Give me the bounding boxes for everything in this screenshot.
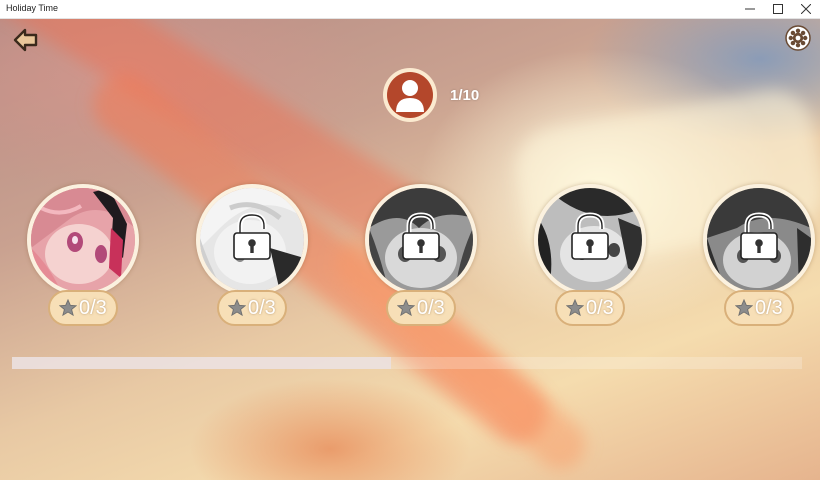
lock-icon bbox=[233, 212, 271, 260]
gear-icon bbox=[785, 25, 811, 51]
minimize-button[interactable] bbox=[736, 0, 764, 18]
person-icon bbox=[396, 80, 424, 112]
close-button[interactable] bbox=[792, 0, 820, 18]
stage-card-2[interactable]: 0/3 bbox=[196, 184, 308, 330]
stage-score-badge: 0/3 bbox=[48, 290, 118, 326]
back-arrow-icon bbox=[13, 28, 38, 52]
stage-score: 0/3 bbox=[586, 296, 614, 319]
game-screen: 1/10 0/3 0/3 0/3 0/3 0/3 bbox=[0, 19, 820, 480]
stage-card-3[interactable]: 0/3 bbox=[365, 184, 477, 330]
settings-button[interactable] bbox=[785, 25, 811, 51]
stage-score-badge: 0/3 bbox=[217, 290, 287, 326]
stage-card-1[interactable]: 0/3 bbox=[27, 184, 139, 330]
star-icon bbox=[735, 299, 753, 317]
lock-icon bbox=[571, 212, 609, 260]
star-icon bbox=[59, 299, 77, 317]
title-bar: Holiday Time bbox=[0, 0, 820, 19]
stage-score: 0/3 bbox=[79, 296, 107, 319]
player-avatar bbox=[383, 68, 437, 122]
back-button[interactable] bbox=[12, 27, 40, 53]
stage-scrollbar[interactable] bbox=[12, 357, 802, 369]
level-progress-text: 1/10 bbox=[450, 87, 480, 104]
stage-portrait bbox=[27, 184, 139, 296]
stage-score: 0/3 bbox=[417, 296, 445, 319]
maximize-icon bbox=[773, 4, 783, 14]
stage-score: 0/3 bbox=[755, 296, 783, 319]
lock-icon bbox=[740, 212, 778, 260]
window-title: Holiday Time bbox=[6, 3, 59, 13]
star-icon bbox=[397, 299, 415, 317]
stage-score-badge: 0/3 bbox=[555, 290, 625, 326]
minimize-icon bbox=[745, 8, 755, 10]
close-icon bbox=[801, 4, 811, 14]
star-icon bbox=[228, 299, 246, 317]
stage-card-5[interactable]: 0/3 bbox=[703, 184, 815, 330]
lock-icon bbox=[402, 212, 440, 260]
stage-card-4[interactable]: 0/3 bbox=[534, 184, 646, 330]
scrollbar-thumb[interactable] bbox=[12, 357, 392, 369]
maximize-button[interactable] bbox=[764, 0, 792, 18]
stage-score-badge: 0/3 bbox=[386, 290, 456, 326]
stage-score: 0/3 bbox=[248, 296, 276, 319]
stage-score-badge: 0/3 bbox=[724, 290, 794, 326]
game-window: Holiday Time 1/10 0/3 0/3 0/3 0/3 0/3 bbox=[0, 0, 820, 480]
star-icon bbox=[566, 299, 584, 317]
